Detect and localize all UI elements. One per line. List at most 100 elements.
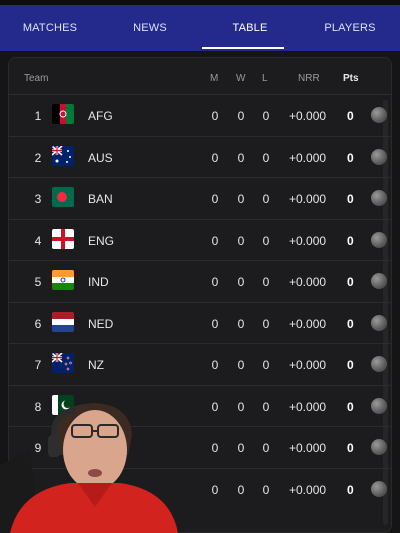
expand-icon[interactable] (371, 190, 387, 206)
team-code: NZ (88, 358, 104, 372)
team-code: NED (88, 316, 114, 331)
wins-value: 0 (237, 275, 245, 289)
header-losses: L (262, 73, 268, 84)
expand-icon[interactable] (371, 107, 387, 123)
matches-value: 0 (211, 233, 219, 248)
losses-value: 0 (262, 482, 270, 497)
nrr-value: +0.000 (289, 441, 327, 455)
header-team: Team (24, 73, 49, 84)
losses-value: 0 (262, 109, 270, 123)
tab-matches[interactable]: MATCHES (0, 5, 100, 51)
matches-value: 0 (211, 109, 219, 123)
header-nrr: NRR (298, 73, 320, 84)
wins-value: 0 (237, 358, 245, 372)
losses-value: 0 (262, 399, 270, 414)
row-position: 2 (34, 150, 42, 165)
losses-value: 0 (262, 275, 270, 289)
tab-bar: MATCHES NEWS TABLE PLAYERS (0, 5, 400, 51)
matches-value: 0 (211, 275, 219, 289)
table-row[interactable]: 7 NZ 0 0 0 +0.000 0 (9, 343, 391, 385)
losses-value: 0 (262, 233, 270, 248)
table-row[interactable]: 5 IND 0 0 0 +0.000 0 (9, 260, 391, 302)
expand-icon[interactable] (371, 356, 387, 372)
team-code: AFG (88, 109, 113, 123)
aus-flag-icon (52, 145, 74, 166)
matches-value: 0 (211, 482, 219, 497)
row-position: 6 (34, 316, 42, 331)
wins-value: 0 (237, 192, 245, 206)
table-row[interactable]: 6 NED 0 0 0 +0.000 0 (9, 301, 391, 344)
eng-flag-icon (52, 228, 74, 249)
matches-value: 0 (211, 358, 219, 372)
wins-value: 0 (237, 316, 245, 331)
row-position: 7 (34, 358, 42, 372)
expand-icon[interactable] (371, 439, 387, 455)
losses-value: 0 (262, 192, 270, 206)
tab-table[interactable]: TABLE (200, 5, 300, 51)
points-value: 0 (347, 441, 354, 455)
afg-flag-icon (52, 104, 74, 124)
nrr-value: +0.000 (289, 150, 327, 165)
wins-value: 0 (237, 109, 245, 123)
expand-icon[interactable] (371, 148, 387, 165)
row-position: 3 (34, 192, 42, 206)
tab-players[interactable]: PLAYERS (300, 5, 400, 51)
matches-value: 0 (211, 192, 219, 206)
losses-value: 0 (262, 150, 270, 165)
points-value: 0 (347, 109, 354, 123)
expand-icon[interactable] (371, 480, 387, 497)
team-code: IND (88, 275, 109, 289)
points-value: 0 (347, 399, 354, 414)
losses-value: 0 (262, 316, 270, 331)
expand-icon[interactable] (371, 273, 387, 289)
points-value: 0 (347, 192, 354, 206)
matches-value: 0 (211, 150, 219, 165)
points-value: 0 (347, 482, 354, 497)
nrr-value: +0.000 (289, 399, 327, 414)
row-position: 1 (34, 109, 42, 123)
header-points: Pts (343, 73, 359, 84)
expand-icon[interactable] (371, 231, 387, 248)
nrr-value: +0.000 (289, 316, 327, 331)
tab-news[interactable]: NEWS (100, 5, 200, 51)
header-matches: M (210, 73, 219, 84)
losses-value: 0 (262, 441, 270, 455)
streamer-webcam-overlay (0, 403, 178, 533)
wins-value: 0 (237, 233, 245, 248)
points-value: 0 (347, 233, 354, 248)
matches-value: 0 (211, 399, 219, 414)
table-header: Team M W L NRR Pts (9, 58, 391, 98)
expand-icon[interactable] (371, 314, 387, 331)
table-row[interactable]: 4 ENG 0 0 0 +0.000 0 (9, 218, 391, 261)
points-value: 0 (347, 275, 354, 289)
row-position: 4 (34, 233, 42, 248)
points-value: 0 (347, 150, 354, 165)
nrr-value: +0.000 (289, 358, 327, 372)
points-value: 0 (347, 358, 354, 372)
table-row[interactable]: 2 AUS 0 0 0 +0.000 0 (9, 135, 391, 178)
nrr-value: +0.000 (289, 192, 327, 206)
nrr-value: +0.000 (289, 109, 327, 123)
table-row[interactable]: 3 BAN 0 0 0 +0.000 0 (9, 177, 391, 219)
header-wins: W (236, 73, 246, 84)
nrr-value: +0.000 (289, 233, 327, 248)
wins-value: 0 (237, 482, 245, 497)
team-code: AUS (88, 150, 113, 165)
wins-value: 0 (237, 441, 245, 455)
nrr-value: +0.000 (289, 275, 327, 289)
matches-value: 0 (211, 316, 219, 331)
row-position: 5 (34, 275, 42, 289)
team-code: ENG (88, 233, 115, 248)
wins-value: 0 (237, 399, 245, 414)
table-row[interactable]: 1 AFG 0 0 0 +0.000 0 (9, 94, 391, 136)
nz-flag-icon (52, 353, 74, 373)
nrr-value: +0.000 (289, 482, 327, 497)
expand-icon[interactable] (371, 397, 387, 414)
ind-flag-icon (52, 270, 74, 290)
ban-flag-icon (52, 187, 74, 207)
ned-flag-icon (52, 311, 74, 332)
team-code: BAN (88, 192, 113, 206)
wins-value: 0 (237, 150, 245, 165)
points-value: 0 (347, 316, 354, 331)
matches-value: 0 (211, 441, 219, 455)
